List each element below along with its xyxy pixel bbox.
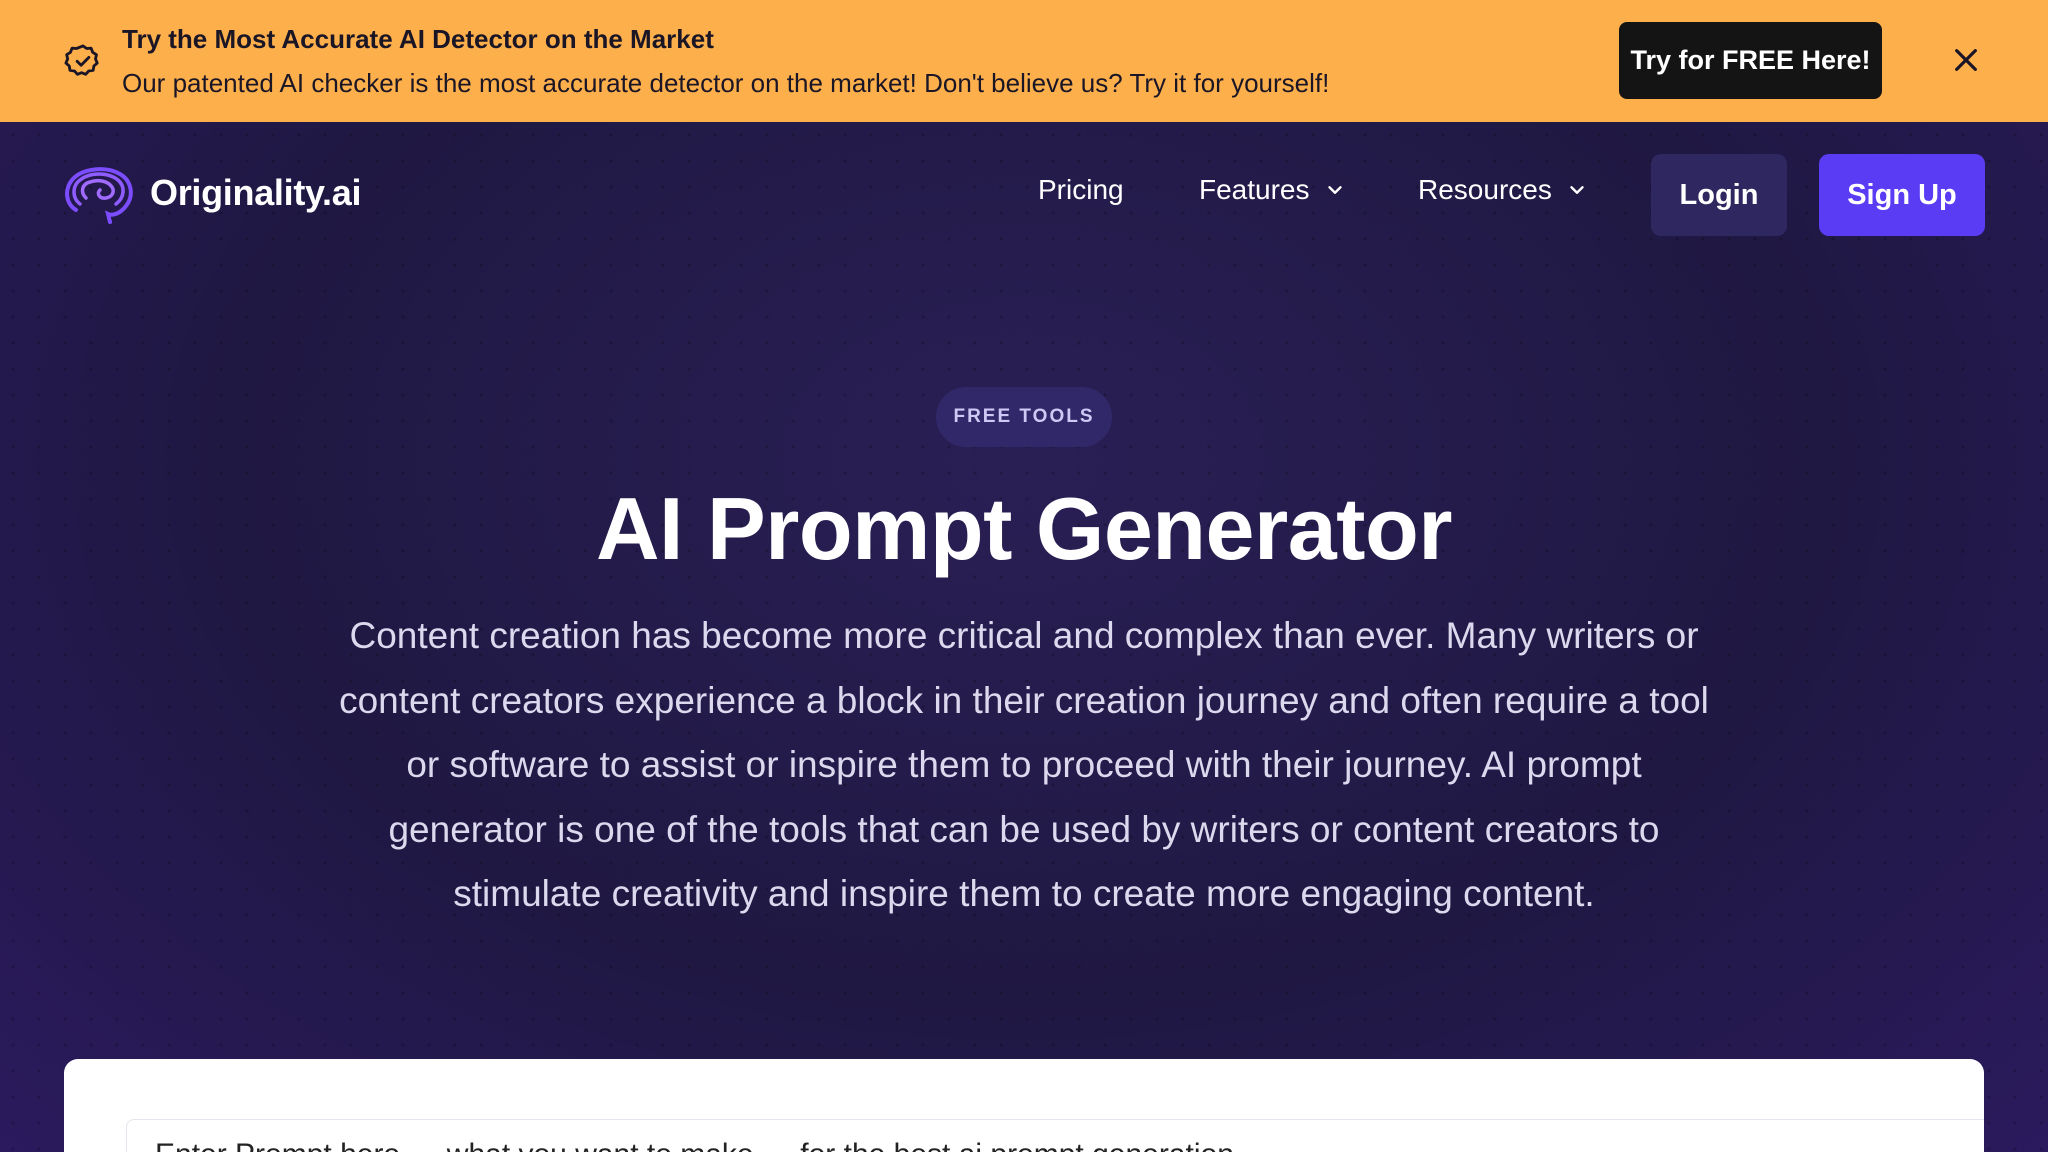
- hero-description: Content creation has become more critica…: [339, 615, 1709, 914]
- brand-name[interactable]: Originality.ai: [150, 172, 361, 214]
- category-pill: FREE TOOLS: [936, 387, 1112, 447]
- nav-link-label: Resources: [1418, 174, 1552, 205]
- nav-link-label: Features: [1199, 174, 1310, 205]
- nav-dropdown-features[interactable]: Features: [1199, 174, 1346, 206]
- sign-up-button[interactable]: Sign Up: [1819, 154, 1985, 236]
- announcement-banner: Try the Most Accurate AI Detector on the…: [0, 0, 2048, 122]
- prompt-input-area[interactable]: Enter Prompt here — what you want to mak…: [126, 1119, 1984, 1152]
- brain-logo-icon[interactable]: [62, 164, 136, 224]
- chevron-down-icon: [1327, 186, 1342, 194]
- nav-link-pricing[interactable]: Pricing: [1038, 174, 1124, 206]
- tool-card: Enter Prompt here — what you want to mak…: [64, 1059, 1984, 1152]
- verified-badge-icon: [64, 44, 99, 76]
- page-title: AI Prompt Generator: [596, 479, 1452, 578]
- login-button[interactable]: Login: [1651, 154, 1787, 236]
- nav-dropdown-resources[interactable]: Resources: [1418, 174, 1588, 206]
- close-icon[interactable]: [1950, 44, 1982, 76]
- prompt-input-text: Enter Prompt here — what you want to mak…: [155, 1138, 1234, 1152]
- nav-link-label: Pricing: [1038, 174, 1124, 205]
- banner-subtitle: Our patented AI checker is the most accu…: [122, 68, 1330, 98]
- chevron-down-icon: [1570, 186, 1584, 194]
- try-free-button[interactable]: Try for FREE Here!: [1619, 22, 1882, 99]
- main-navigation: Originality.ai Pricing Features Resource…: [0, 122, 2048, 266]
- banner-title: Try the Most Accurate AI Detector on the…: [122, 24, 714, 54]
